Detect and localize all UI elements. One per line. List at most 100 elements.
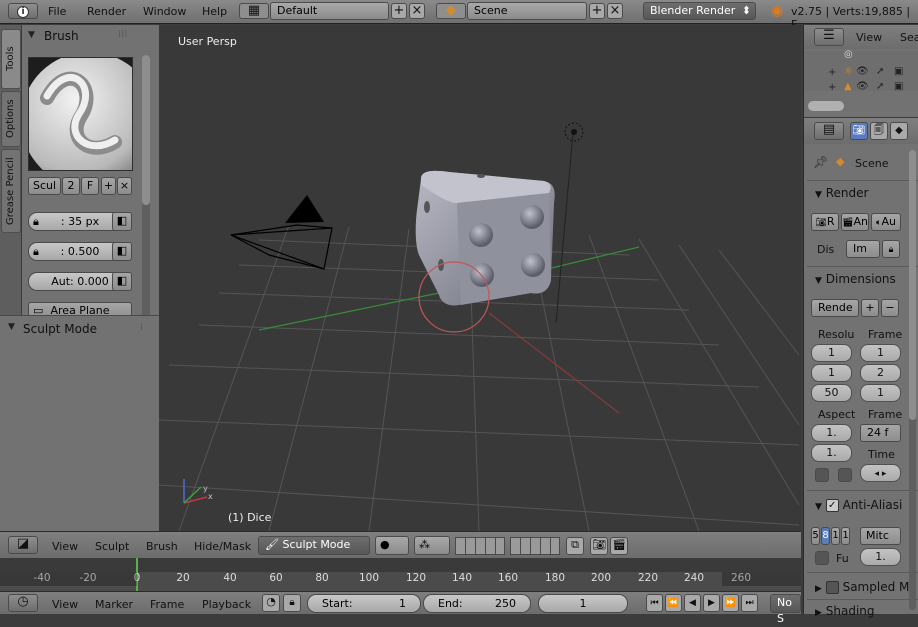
outliner-tree[interactable]: ◎ + ☼ 👁︎ ➚ ▣ + ▲ 👁︎ ➚ ▣ bbox=[804, 49, 918, 93]
anti-aliasing-section-header[interactable]: ▼ ✓ Anti-Aliasi bbox=[807, 494, 918, 516]
frame-start-field[interactable]: 1 bbox=[860, 344, 901, 362]
scene-field[interactable]: Scene bbox=[467, 2, 587, 20]
menu-view[interactable]: View bbox=[52, 540, 78, 553]
menu-playback[interactable]: Playback bbox=[202, 598, 251, 611]
start-frame-field[interactable]: Start: 1 bbox=[307, 594, 421, 613]
render-image-button[interactable]: 📷︎ bbox=[590, 537, 608, 555]
screen-layout-field[interactable]: Default bbox=[270, 2, 389, 20]
resolution-percent-field[interactable]: 50 bbox=[811, 384, 852, 402]
fake-user-button[interactable]: F bbox=[81, 177, 99, 195]
remove-scene-button[interactable]: × bbox=[607, 3, 623, 19]
remove-brush-button[interactable]: × bbox=[117, 177, 132, 195]
resolution-x-field[interactable]: 1 bbox=[811, 344, 852, 362]
menu-render[interactable]: Render bbox=[87, 5, 126, 18]
interaction-mode-dropdown[interactable]: 🖌︎ Sculpt Mode bbox=[258, 536, 370, 555]
pivot-point-dropdown[interactable]: ⁂ bbox=[414, 536, 450, 555]
tab-grease-pencil[interactable]: Grease Pencil bbox=[1, 149, 21, 233]
lock-time-button[interactable]: 🔒︎ bbox=[283, 594, 301, 612]
menu-sculpt[interactable]: Sculpt bbox=[95, 540, 129, 553]
add-layout-button[interactable]: + bbox=[391, 3, 407, 19]
full-sample-checkbox[interactable] bbox=[815, 551, 829, 565]
filter-size-field[interactable]: 1. bbox=[860, 548, 901, 566]
menu-search[interactable]: Sea bbox=[900, 31, 918, 44]
render-animation-button[interactable]: 🎬︎ bbox=[610, 537, 628, 555]
brush-name-field[interactable]: Scul bbox=[28, 177, 61, 195]
add-brush-button[interactable]: + bbox=[101, 177, 116, 195]
editor-type-outliner-button[interactable]: ☰ bbox=[814, 28, 844, 46]
render-section-header[interactable]: ▼ Render bbox=[807, 182, 918, 204]
properties-scrollbar[interactable] bbox=[909, 150, 916, 610]
pin-icon[interactable]: 📌︎ bbox=[813, 155, 828, 169]
prev-keyframe-button[interactable]: ⏪ bbox=[665, 594, 682, 612]
render-still-button[interactable]: 📷︎R bbox=[811, 213, 839, 231]
add-scene-button[interactable]: + bbox=[589, 3, 605, 19]
jump-end-button[interactable]: ⏭ bbox=[741, 594, 758, 612]
add-preset-button[interactable]: + bbox=[861, 299, 879, 317]
render-audio-button[interactable]: 🔈︎Au bbox=[871, 213, 901, 231]
menu-hide-mask[interactable]: Hide/Mask bbox=[194, 540, 251, 553]
aa-samples-5[interactable]: 5 bbox=[811, 527, 820, 545]
editor-type-timeline-button[interactable]: ◷ bbox=[8, 594, 38, 612]
menu-brush[interactable]: Brush bbox=[146, 540, 178, 553]
fps-dropdown[interactable]: 24 f bbox=[860, 424, 901, 442]
visibility-eye-icon[interactable]: 👁︎ bbox=[856, 66, 869, 77]
editor-type-3d-button[interactable]: ◪ bbox=[8, 536, 38, 554]
aa-samples-11[interactable]: 1 bbox=[831, 527, 840, 545]
collapse-arrow-icon[interactable]: ▼ bbox=[28, 30, 35, 40]
aa-samples-8[interactable]: 8 bbox=[821, 527, 830, 545]
render-animation-button[interactable]: 🎬︎An bbox=[841, 213, 869, 231]
display-mode-dropdown[interactable]: Im bbox=[846, 240, 880, 258]
menu-window[interactable]: Window bbox=[143, 5, 186, 18]
end-frame-field[interactable]: End: 250 bbox=[423, 594, 531, 613]
aa-samples-16[interactable]: 1 bbox=[841, 527, 850, 545]
drag-handle-icon[interactable]: ⁞⁞⁞ bbox=[118, 29, 128, 40]
shading-section-header[interactable]: ▶ Shading bbox=[807, 600, 918, 622]
expand-icon[interactable]: + bbox=[828, 67, 836, 78]
editor-type-info-button[interactable]: i bbox=[8, 3, 38, 19]
strength-pressure-button[interactable]: ◧ bbox=[112, 242, 132, 261]
tool-shelf-scrollbar[interactable] bbox=[142, 55, 150, 337]
frame-end-field[interactable]: 2 bbox=[860, 364, 901, 382]
time-remap-field[interactable]: ◂ ▸ bbox=[860, 464, 901, 482]
menu-marker[interactable]: Marker bbox=[95, 598, 133, 611]
screen-layout-selector[interactable]: ▦ bbox=[239, 3, 269, 19]
aspect-y-field[interactable]: 1. bbox=[811, 444, 852, 462]
render-camera-icon[interactable]: ▣ bbox=[894, 81, 903, 92]
scene-selector[interactable]: ◆ bbox=[436, 3, 466, 19]
crop-checkbox[interactable] bbox=[838, 468, 852, 482]
cursor-select-icon[interactable]: ➚ bbox=[876, 66, 884, 77]
current-frame-field[interactable]: 1 bbox=[538, 594, 628, 613]
resolution-y-field[interactable]: 1 bbox=[811, 364, 852, 382]
autosmooth-pressure-button[interactable]: ◧ bbox=[112, 272, 132, 291]
frame-step-field[interactable]: 1 bbox=[860, 384, 901, 402]
render-preset-dropdown[interactable]: Rende bbox=[811, 299, 859, 317]
outliner[interactable]: ☰ View Sea ◎ + ☼ 👁︎ ➚ ▣ + ▲ 👁︎ ➚ ▣ bbox=[803, 25, 918, 117]
next-keyframe-button[interactable]: ⏩ bbox=[722, 594, 739, 612]
3d-viewport[interactable]: x y User Persp (1) Dice bbox=[158, 25, 801, 532]
preview-range-button[interactable]: ◔ bbox=[262, 594, 280, 612]
jump-start-button[interactable]: ⏮ bbox=[646, 594, 663, 612]
render-engine-dropdown[interactable]: Blender Render ⬍ bbox=[643, 2, 756, 20]
remove-preset-button[interactable]: − bbox=[881, 299, 899, 317]
anti-aliasing-checkbox[interactable]: ✓ bbox=[825, 499, 839, 512]
tab-render-layers[interactable]: 🗐︎ bbox=[870, 122, 888, 140]
brush-preview[interactable] bbox=[21, 52, 157, 188]
menu-view[interactable]: View bbox=[52, 598, 78, 611]
timeline-editor[interactable]: -40 -20 0 20 40 60 80 100 120 140 160 18… bbox=[0, 558, 801, 591]
render-camera-icon[interactable]: ▣ bbox=[894, 66, 903, 77]
menu-file[interactable]: File bbox=[48, 5, 66, 18]
tab-options[interactable]: Options bbox=[1, 91, 21, 147]
visibility-eye-icon[interactable]: 👁︎ bbox=[856, 81, 869, 92]
play-reverse-button[interactable]: ◀ bbox=[684, 594, 701, 612]
motion-blur-checkbox[interactable] bbox=[825, 581, 839, 594]
brush-users-count[interactable]: 2 bbox=[62, 177, 80, 195]
viewport-shading-dropdown[interactable]: ● bbox=[375, 536, 409, 555]
tab-scene[interactable]: ◆ bbox=[890, 122, 908, 140]
menu-view[interactable]: View bbox=[856, 31, 882, 44]
aspect-x-field[interactable]: 1. bbox=[811, 424, 852, 442]
radius-pressure-button[interactable]: ◧ bbox=[112, 212, 132, 231]
menu-help[interactable]: Help bbox=[202, 5, 227, 18]
sync-mode-dropdown[interactable]: No S bbox=[770, 594, 801, 625]
dimensions-section-header[interactable]: ▼ Dimensions bbox=[807, 268, 918, 290]
outliner-hscrollbar[interactable] bbox=[808, 101, 844, 111]
